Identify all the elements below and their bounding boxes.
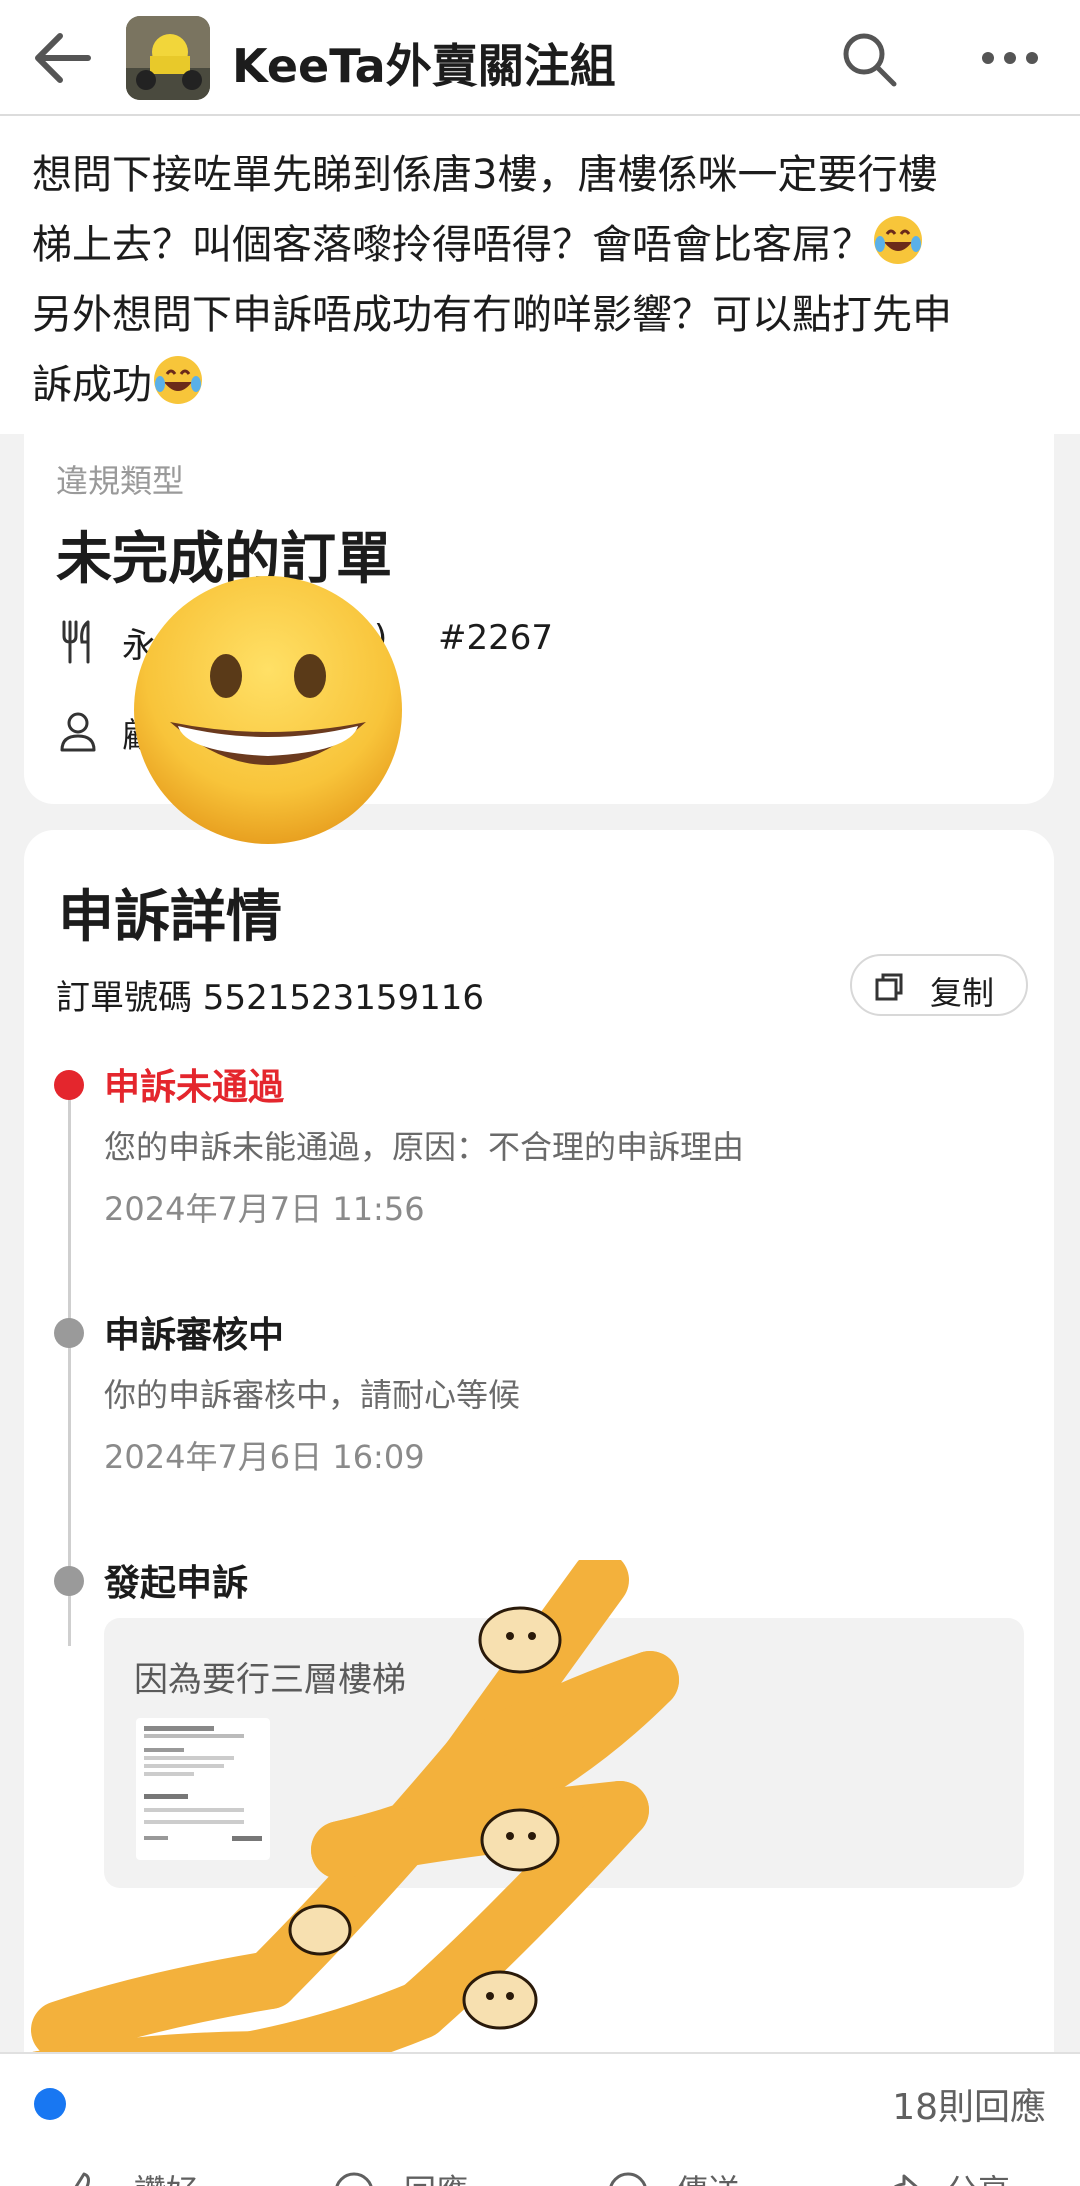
person-icon	[60, 712, 96, 752]
copy-icon	[875, 973, 903, 1001]
top-bar: KeeTa外賣關注組	[0, 0, 1080, 116]
status-title: 申訴未通過	[104, 1067, 285, 1108]
status-title: 申訴審核中	[104, 1315, 285, 1356]
back-arrow-icon[interactable]	[30, 30, 96, 86]
tears-of-joy-emoji-icon	[874, 216, 922, 264]
status-time: 2024年7月6日 16:09	[104, 1438, 425, 1476]
like-button[interactable]: 讚好	[134, 2166, 198, 2186]
send-icon[interactable]	[606, 2170, 650, 2186]
group-avatar[interactable]	[126, 16, 210, 100]
tears-of-joy-emoji-icon	[154, 356, 202, 404]
status-desc: 你的申訴審核中，請耐心等候	[104, 1376, 521, 1414]
group-title[interactable]: KeeTa外賣關注組	[232, 30, 616, 96]
more-horizontal-icon[interactable]	[980, 48, 1040, 68]
send-button[interactable]: 傳送	[676, 2166, 740, 2186]
appeal-title: 申訴詳情	[58, 885, 282, 950]
comment-button[interactable]: 回應	[404, 2166, 468, 2186]
censor-scribble	[31, 1560, 679, 2052]
status-desc: 您的申訴未能通過，原因：不合理的申訴理由	[104, 1128, 745, 1166]
post-line: 另外想問下申訴唔成功有冇啲咩影響？可以點打先申	[32, 292, 952, 338]
copy-button[interactable]: 复制	[850, 954, 1028, 1016]
timeline-dot-reviewing	[54, 1318, 84, 1348]
reaction-icon[interactable]	[34, 2088, 66, 2120]
violation-type-label: 違規類型	[56, 462, 185, 500]
status-time: 2024年7月7日 11:56	[104, 1190, 425, 1228]
post-line: 梯上去？叫個客落嚟拎得唔得？會唔會比客屌？	[32, 222, 872, 268]
order-number: 訂單號碼 5521523159116	[56, 978, 485, 1018]
post-image[interactable]: 違規類型 未完成的訂單 永 ) #2267 顧 申訴詳情 訂單號碼 552152…	[0, 434, 1080, 2052]
post-footer: 18則回應 讚好 回應 傳送 分享	[0, 2052, 1080, 2186]
like-icon[interactable]	[60, 2170, 104, 2186]
reply-count[interactable]: 18則回應	[892, 2078, 1046, 2130]
post-line: 訴成功	[32, 362, 152, 408]
search-icon[interactable]	[840, 30, 900, 90]
post-line: 想問下接咗單先睇到係唐3樓，唐樓係咪一定要行樓	[32, 152, 938, 198]
share-icon[interactable]	[880, 2170, 924, 2186]
timeline-dot-rejected	[54, 1070, 84, 1100]
comment-icon[interactable]	[332, 2170, 376, 2186]
order-tag: #2267	[438, 618, 554, 658]
share-button[interactable]: 分享	[946, 2166, 1010, 2186]
copy-label: 复制	[930, 974, 995, 1012]
post-body: 想問下接咗單先睇到係唐3樓，唐樓係咪一定要行樓 梯上去？叫個客落嚟拎得唔得？會唔…	[32, 140, 1052, 420]
fork-knife-icon	[62, 620, 90, 664]
grinning-face-emoji-icon	[134, 576, 402, 844]
